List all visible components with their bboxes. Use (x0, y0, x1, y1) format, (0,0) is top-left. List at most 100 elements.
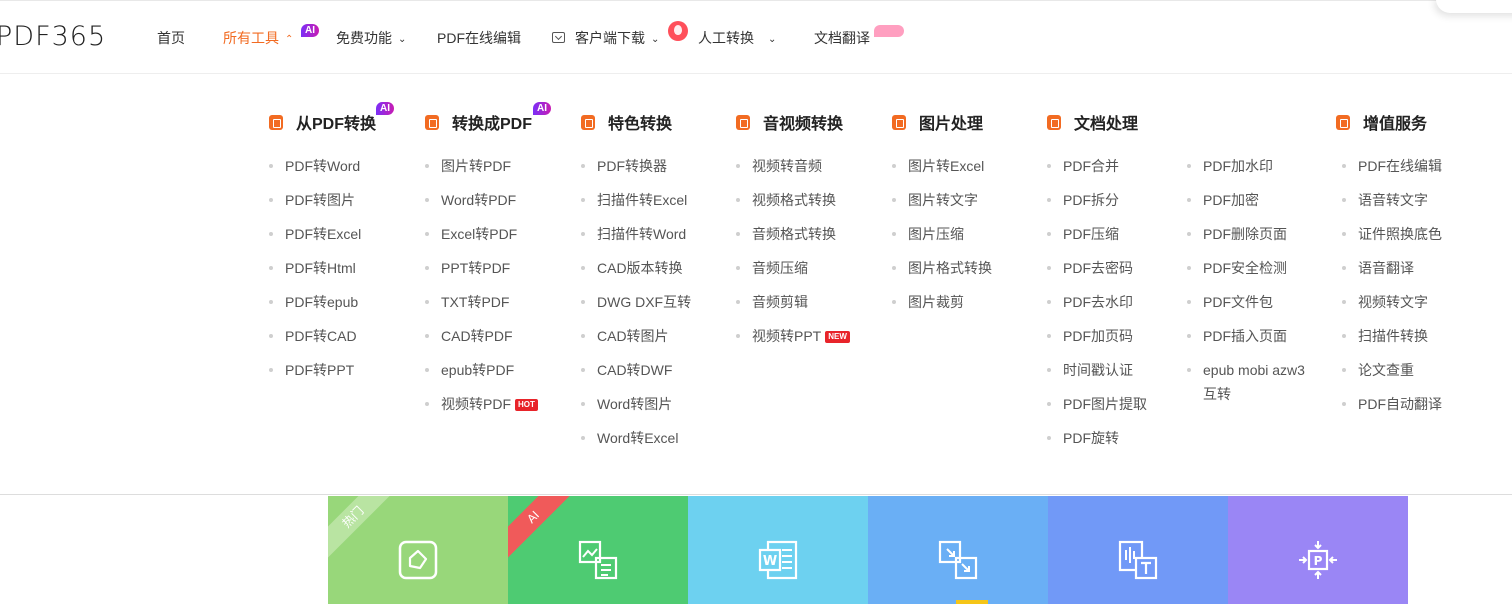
list-item[interactable]: PDF合并 (1047, 154, 1147, 178)
list-item[interactable]: 视频转PDF HOT (425, 392, 538, 416)
svg-text:W: W (763, 554, 777, 569)
nav-manual-convert[interactable]: 人工转换 ⌄ (698, 29, 776, 50)
list-item[interactable]: 视频转文字 (1342, 290, 1442, 314)
tile-convert[interactable] (868, 496, 1048, 604)
list-item[interactable]: 音频压缩 (736, 256, 850, 280)
word-icon: W (758, 540, 798, 580)
list-item[interactable]: PDF删除页面 (1187, 222, 1317, 246)
list-item[interactable]: 图片转PDF (425, 154, 538, 178)
hot-ribbon: 热门 (328, 496, 400, 564)
list-item[interactable]: 论文查重 (1342, 358, 1442, 382)
pdf-convert-icon (269, 114, 283, 130)
list-item[interactable]: 时间戳认证 (1047, 358, 1147, 382)
list-item[interactable]: Word转Excel (581, 426, 691, 450)
top-navigation: PDF365 首页 所有工具 ⌃ AI 免费功能 ⌄ PDF在线编辑 客户端下载 ⌄ … (0, 0, 1512, 74)
list-item[interactable]: PDF转Html (269, 256, 376, 280)
list-item-label: 视频转PDF (441, 396, 511, 412)
nav-manual-convert-label: 人工转换 (698, 30, 754, 46)
list-item[interactable]: Word转PDF (425, 188, 538, 212)
document-icon (1047, 114, 1061, 130)
ai-badge: AI (301, 24, 319, 37)
svg-text:P: P (1314, 554, 1323, 568)
list-item[interactable]: CAD转DWF (581, 358, 691, 382)
nav-all-tools[interactable]: 所有工具 ⌃ (223, 29, 293, 50)
column-header: 文档处理 (1047, 110, 1147, 134)
list-item[interactable]: 证件照换底色 (1342, 222, 1442, 246)
audio-to-text-icon (1118, 540, 1158, 580)
list-item[interactable]: PDF图片提取 (1047, 392, 1147, 416)
list-item[interactable]: 扫描件转Excel (581, 188, 691, 212)
column-header: 转换成PDF AI (425, 102, 551, 134)
feature-tiles: 热门 AI W P (328, 496, 1408, 604)
list-item[interactable]: 语音转文字 (1342, 188, 1442, 212)
nav-pdf-edit[interactable]: PDF在线编辑 (437, 29, 521, 47)
list-item[interactable]: PDF转图片 (269, 188, 376, 212)
list-item[interactable]: CAD转PDF (425, 324, 538, 348)
list-item[interactable]: epub mobi azw3互转 (1187, 358, 1317, 406)
new-tag: NEW (825, 331, 850, 343)
nav-client-download[interactable]: 客户端下载 ⌄ (575, 29, 659, 50)
column-special-convert: 特色转换 PDF转换器 扫描件转Excel 扫描件转Word CAD版本转换 D… (581, 110, 691, 460)
list-item[interactable]: 视频转PPT NEW (736, 324, 850, 348)
nav-free-features-label: 免费功能 (336, 30, 392, 46)
list-item[interactable]: PDF在线编辑 (1342, 154, 1442, 178)
list-item[interactable]: 视频转音频 (736, 154, 850, 178)
list-item[interactable]: 图片压缩 (892, 222, 992, 246)
list-item[interactable]: PDF加水印 (1187, 154, 1317, 178)
list-item[interactable]: PDF安全检测 (1187, 256, 1317, 280)
list-item[interactable]: CAD转图片 (581, 324, 691, 348)
list-item[interactable]: PDF去水印 (1047, 290, 1147, 314)
list-item[interactable]: CAD版本转换 (581, 256, 691, 280)
list-item[interactable]: 图片转文字 (892, 188, 992, 212)
list-item[interactable]: PDF文件包 (1187, 290, 1317, 314)
list-item[interactable]: PDF插入页面 (1187, 324, 1317, 348)
list-item[interactable]: PDF拆分 (1047, 188, 1147, 212)
nav-free-features[interactable]: 免费功能 ⌄ (336, 29, 406, 50)
site-logo[interactable]: PDF365 (0, 21, 106, 52)
list-item[interactable]: PDF转PPT (269, 358, 376, 382)
list-item[interactable]: PDF转epub (269, 290, 376, 314)
tile-image-to-pdf[interactable]: AI (508, 496, 688, 604)
list-item[interactable]: PDF加页码 (1047, 324, 1147, 348)
list-item[interactable]: 图片转Excel (892, 154, 992, 178)
tile-compress[interactable]: P (1228, 496, 1408, 604)
nav-home[interactable]: 首页 (157, 29, 185, 47)
ai-ribbon: AI (508, 496, 580, 564)
list-item[interactable]: PDF压缩 (1047, 222, 1147, 246)
list-item[interactable]: PDF自动翻译 (1342, 392, 1442, 416)
list-item[interactable]: 视频格式转换 (736, 188, 850, 212)
list-item[interactable]: 图片裁剪 (892, 290, 992, 314)
list-item[interactable]: 音频格式转换 (736, 222, 850, 246)
promo-badge (874, 25, 904, 37)
list-item[interactable]: epub转PDF (425, 358, 538, 382)
list-item[interactable]: 语音翻译 (1342, 256, 1442, 280)
column-title: 转换成PDF (452, 116, 533, 133)
convert-icon (938, 540, 978, 580)
column-title: 特色转换 (608, 116, 673, 133)
list-item[interactable]: PPT转PDF (425, 256, 538, 280)
media-icon (736, 114, 750, 130)
column-title: 文档处理 (1074, 116, 1139, 133)
tile-word[interactable]: W (688, 496, 868, 604)
list-item[interactable]: PDF转CAD (269, 324, 376, 348)
list-item[interactable]: PDF转换器 (581, 154, 691, 178)
tile-pdf-edit[interactable]: 热门 (328, 496, 508, 604)
list-item[interactable]: 图片格式转换 (892, 256, 992, 280)
list-item[interactable]: PDF加密 (1187, 188, 1317, 212)
tile-indicator (956, 600, 988, 604)
tile-audio-to-text[interactable] (1048, 496, 1228, 604)
list-item[interactable]: DWG DXF互转 (581, 290, 691, 314)
list-item[interactable]: 扫描件转换 (1342, 324, 1442, 348)
list-item[interactable]: PDF旋转 (1047, 426, 1147, 450)
list-item[interactable]: 音频剪辑 (736, 290, 850, 314)
list-item[interactable]: PDF去密码 (1047, 256, 1147, 280)
list-item[interactable]: Excel转PDF (425, 222, 538, 246)
list-item[interactable]: Word转图片 (581, 392, 691, 416)
list-item[interactable]: TXT转PDF (425, 290, 538, 314)
to-pdf-icon (425, 114, 439, 130)
list-item[interactable]: PDF转Excel (269, 222, 376, 246)
nav-doc-translate[interactable]: 文档翻译 (814, 29, 870, 47)
list-item[interactable]: PDF转Word (269, 154, 376, 178)
list-item[interactable]: 扫描件转Word (581, 222, 691, 246)
list-icon (1336, 114, 1350, 130)
